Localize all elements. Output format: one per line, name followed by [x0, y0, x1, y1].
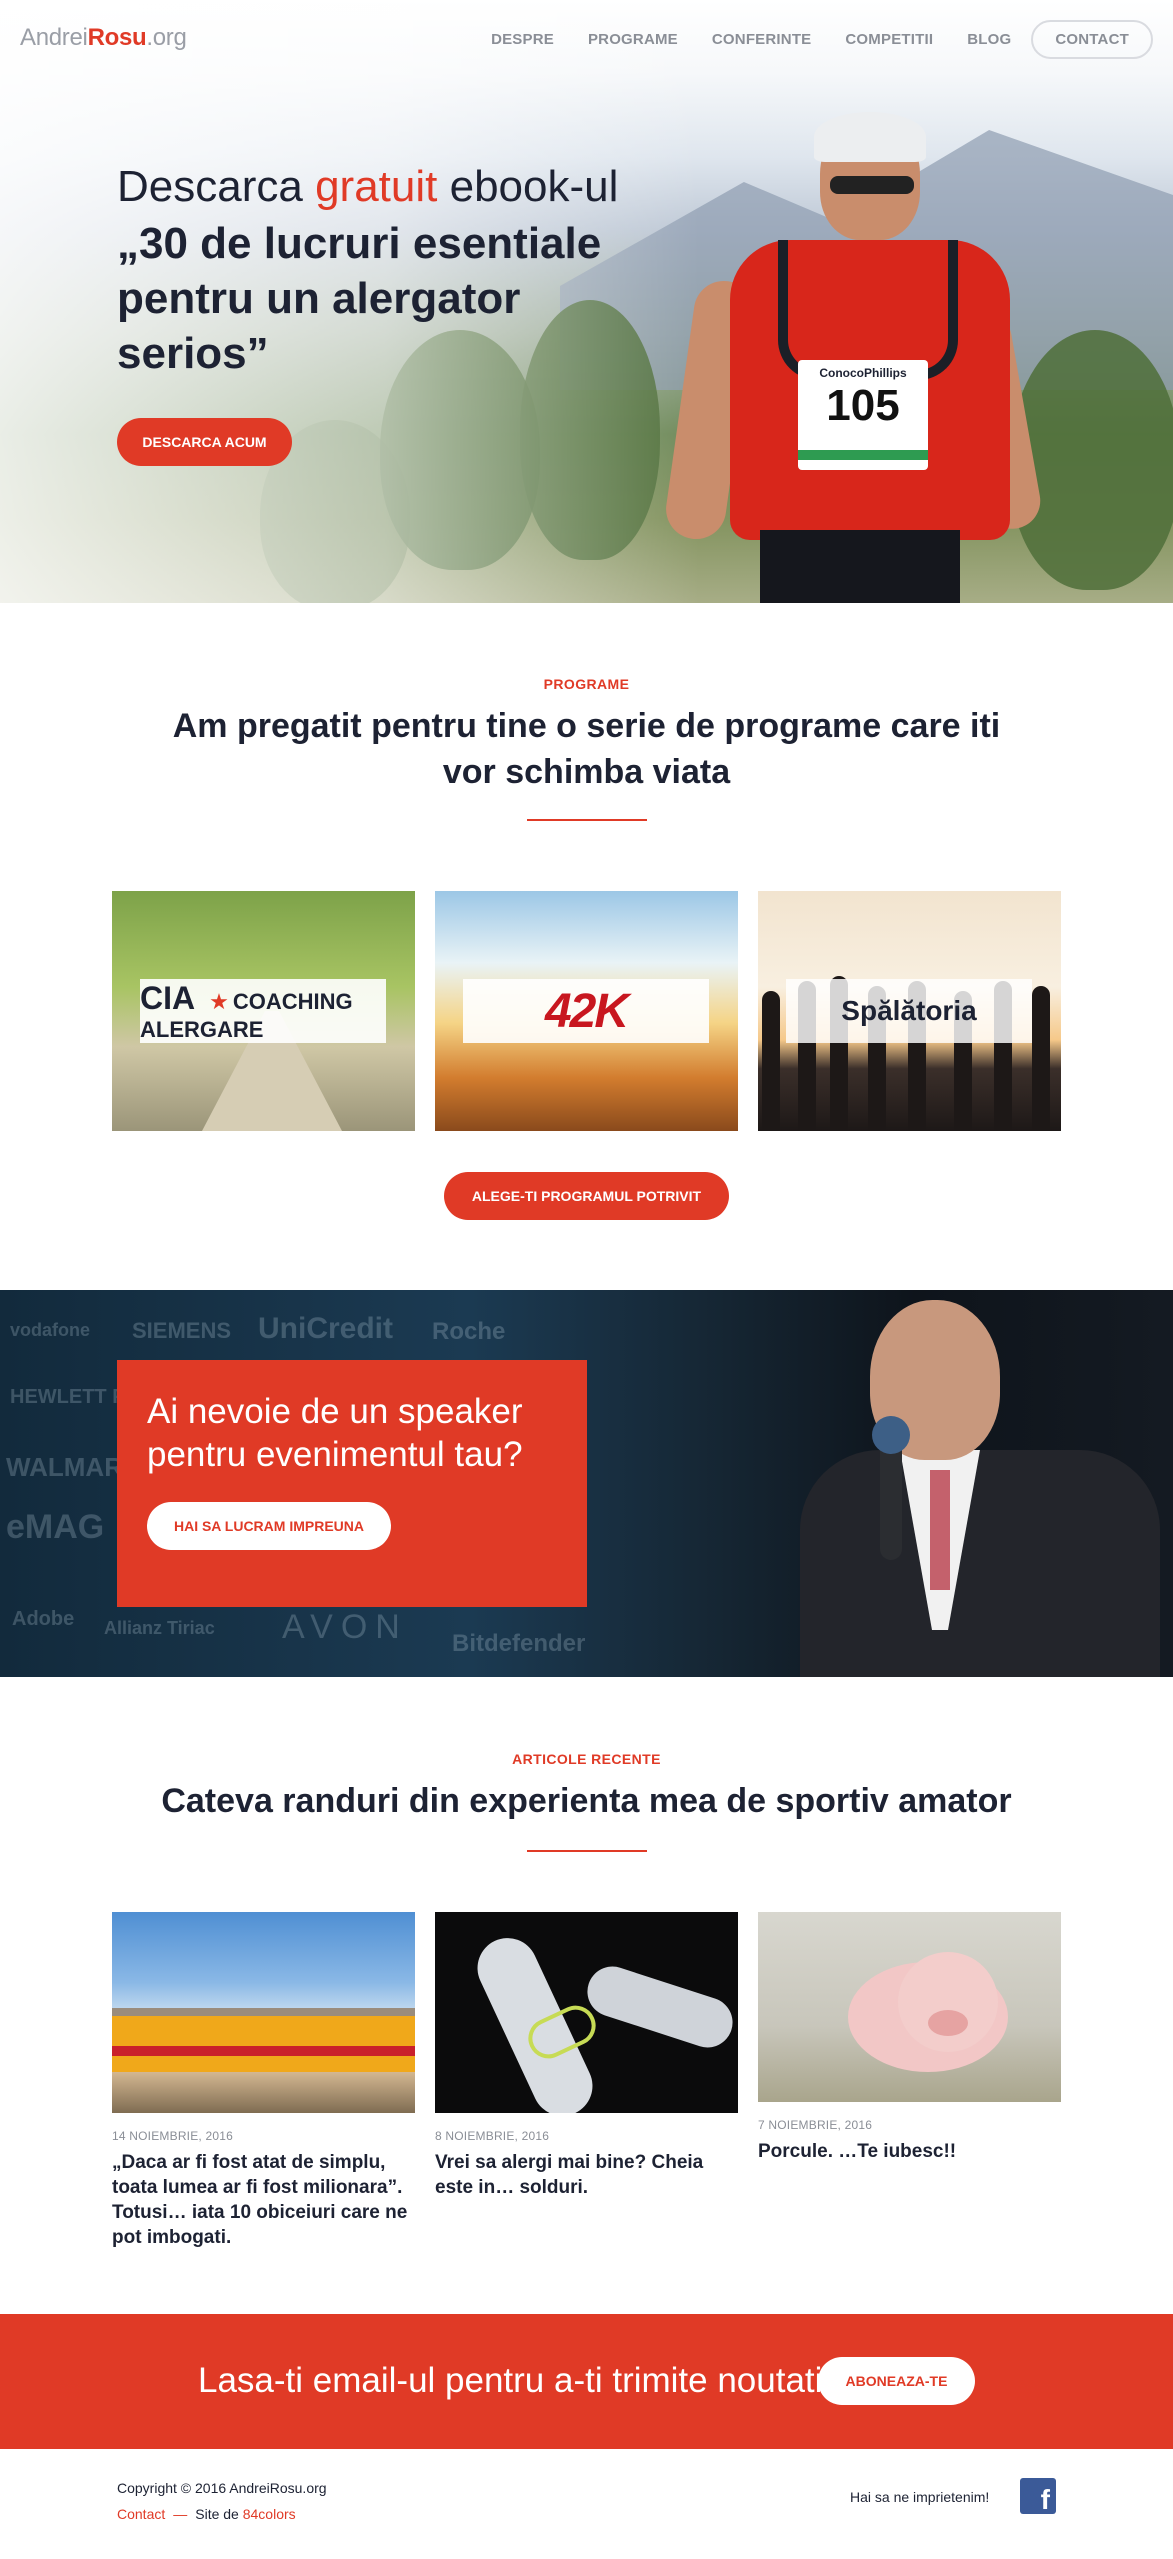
- subscribe-button[interactable]: ABONEAZA-TE: [818, 2357, 975, 2405]
- footer-site-by: Site de: [195, 2506, 243, 2522]
- bib-strip: [798, 450, 928, 460]
- program-logo-box: 42K: [463, 979, 709, 1043]
- microphone-head: [872, 1416, 910, 1454]
- footer-separator: —: [173, 2506, 188, 2522]
- logo-part-brand: Rosu: [87, 24, 147, 51]
- article-thumbnail[interactable]: [112, 1912, 415, 2113]
- hero-subtitle: Descarca gratuit ebook-ul: [117, 160, 677, 214]
- hero-subtitle-accent: gratuit: [315, 162, 438, 211]
- bib-number: 105: [826, 381, 900, 430]
- articles-divider: [527, 1850, 647, 1852]
- runner-glasses: [830, 176, 914, 194]
- articles-title-bold: sportiv amator: [775, 1782, 1012, 1820]
- program-card-42k[interactable]: 42K: [435, 891, 738, 1131]
- client-logo: Allianz Tiriac: [104, 1618, 215, 1638]
- star-icon: ★: [209, 988, 229, 1014]
- hero-subtitle-prefix: Descarca: [117, 162, 316, 211]
- nav-despre[interactable]: DESPRE: [491, 31, 554, 48]
- nav-contact-button[interactable]: CONTACT: [1031, 20, 1153, 59]
- article-thumbnail[interactable]: [435, 1912, 738, 2113]
- articles-eyebrow: ARTICOLE RECENTE: [512, 1751, 661, 1767]
- article-thumbnail[interactable]: [758, 1912, 1061, 2102]
- article-card[interactable]: 8 NOIEMBRIE, 2016 Vrei sa alergi mai bin…: [435, 1912, 738, 2200]
- facebook-icon[interactable]: f: [1020, 2478, 1056, 2515]
- articles-title-regular: Cateva randuri din experienta mea de: [161, 1782, 776, 1820]
- programs-eyebrow: PROGRAME: [543, 676, 630, 692]
- choose-program-button[interactable]: ALEGE-TI PROGRAMUL POTRIVIT: [444, 1172, 729, 1220]
- footer-contact-link[interactable]: Contact: [117, 2506, 165, 2522]
- footer-agency-link[interactable]: 84colors: [243, 2506, 296, 2522]
- nav-programe[interactable]: PROGRAME: [588, 31, 678, 48]
- logo-part-first: Andrei: [20, 24, 88, 51]
- articles-title: Cateva randuri din experienta mea de spo…: [150, 1778, 1023, 1824]
- client-logo: vodafone: [10, 1320, 91, 1340]
- runner-cap: [814, 112, 926, 162]
- runner-leg-image: [580, 1960, 738, 2054]
- hero-tree: [1010, 330, 1173, 590]
- train-stripe: [112, 2046, 415, 2056]
- client-logo: Adobe: [12, 1608, 75, 1630]
- client-logo: UniCredit: [258, 1312, 393, 1345]
- article-title[interactable]: Vrei sa alergi mai bine? Cheia este in… …: [435, 2150, 738, 2200]
- article-date: 8 NOIEMBRIE, 2016: [435, 2129, 550, 2143]
- hero-runner-photo: ConocoPhillips 105: [662, 110, 1045, 603]
- program-logo: CIA ★ COACHING ALERGARE: [140, 980, 386, 1043]
- programs-title-regular: Am pregatit pentru tine o serie de progr…: [172, 707, 1001, 745]
- logo-part-domain: .org: [146, 24, 187, 51]
- client-logo: Bitdefender: [452, 1630, 586, 1657]
- silhouette: [1032, 986, 1050, 1131]
- article-title[interactable]: „Daca ar fi fost atat de simplu, toata l…: [112, 2150, 415, 2250]
- site-logo[interactable]: AndreiRosu.org: [20, 24, 187, 52]
- work-together-button[interactable]: HAI SA LUCRAM IMPREUNA: [147, 1502, 391, 1550]
- main-nav: DESPRE PROGRAME CONFERINTE COMPETITII BL…: [457, 20, 1153, 59]
- hero-title: „30 de lucruri esentiale pentru un alerg…: [117, 219, 602, 378]
- nav-conferinte[interactable]: CONFERINTE: [712, 31, 812, 48]
- programs-title-bold: vor schimba viata: [442, 753, 731, 791]
- speaker-title: Ai nevoie de un speaker pentru eveniment…: [147, 1392, 523, 1474]
- programs-title: Am pregatit pentru tine o serie de progr…: [150, 703, 1023, 795]
- program-logo: Spălătoria: [841, 995, 977, 1026]
- article-card[interactable]: 14 NOIEMBRIE, 2016 „Daca ar fi fost atat…: [112, 1912, 415, 2250]
- speaker-cta-card: Ai nevoie de un speaker pentru eveniment…: [117, 1360, 587, 1607]
- article-title[interactable]: Porcule. …Te iubesc!!: [758, 2139, 1061, 2164]
- hero-section: ConocoPhillips 105 Descarca gratuit eboo…: [0, 0, 1173, 603]
- client-logo: SIEMENS: [132, 1318, 232, 1343]
- newsletter-banner: Lasa-ti email-ul pentru a-ti trimite nou…: [0, 2314, 1173, 2449]
- program-logo: 42K: [544, 984, 629, 1038]
- article-date: 7 NOIEMBRIE, 2016: [758, 2118, 873, 2132]
- program-logo-box: Spălătoria: [786, 979, 1032, 1043]
- pig-snout: [928, 2010, 968, 2036]
- silhouette: [762, 991, 780, 1131]
- speaker-tie: [930, 1470, 950, 1590]
- train-image: [112, 2008, 415, 2072]
- program-card-spalatoria[interactable]: Spălătoria: [758, 891, 1061, 1131]
- race-bib: ConocoPhillips 105: [798, 360, 928, 470]
- runner-shorts: [760, 530, 960, 603]
- program-logo-box: CIA ★ COACHING ALERGARE: [140, 979, 386, 1043]
- cia-mark: CIA: [140, 979, 196, 1016]
- program-card-coaching[interactable]: CIA ★ COACHING ALERGARE: [112, 891, 415, 1131]
- article-card[interactable]: 7 NOIEMBRIE, 2016 Porcule. …Te iubesc!!: [758, 1912, 1061, 2164]
- article-date: 14 NOIEMBRIE, 2016: [112, 2129, 233, 2143]
- newsletter-text: Lasa-ti email-ul pentru a-ti trimite nou…: [198, 2361, 823, 2400]
- site-header: AndreiRosu.org DESPRE PROGRAME CONFERINT…: [0, 0, 1173, 78]
- footer-links: Contact — Site de 84colors: [117, 2506, 296, 2522]
- hero-subtitle-suffix: ebook-ul: [437, 162, 619, 211]
- client-logo: AVON: [282, 1608, 408, 1646]
- speaker-suit: [800, 1450, 1160, 1677]
- hero-text-block: Descarca gratuit ebook-ul „30 de lucruri…: [117, 160, 677, 381]
- client-logo: eMAG: [6, 1508, 105, 1546]
- download-ebook-button[interactable]: DESCARCA ACUM: [117, 418, 292, 466]
- client-logo: Roche: [432, 1318, 506, 1345]
- nav-competitii[interactable]: COMPETITII: [845, 31, 933, 48]
- nav-blog[interactable]: BLOG: [967, 31, 1011, 48]
- footer-social-text: Hai sa ne imprietenim!: [850, 2489, 990, 2505]
- pig-head: [898, 1952, 998, 2052]
- speaker-photo: [790, 1290, 1173, 1677]
- programs-divider: [527, 819, 647, 821]
- runner-vest: [778, 240, 958, 380]
- bib-sponsor: ConocoPhillips: [819, 366, 907, 380]
- footer-copyright: Copyright © 2016 AndreiRosu.org: [117, 2480, 327, 2496]
